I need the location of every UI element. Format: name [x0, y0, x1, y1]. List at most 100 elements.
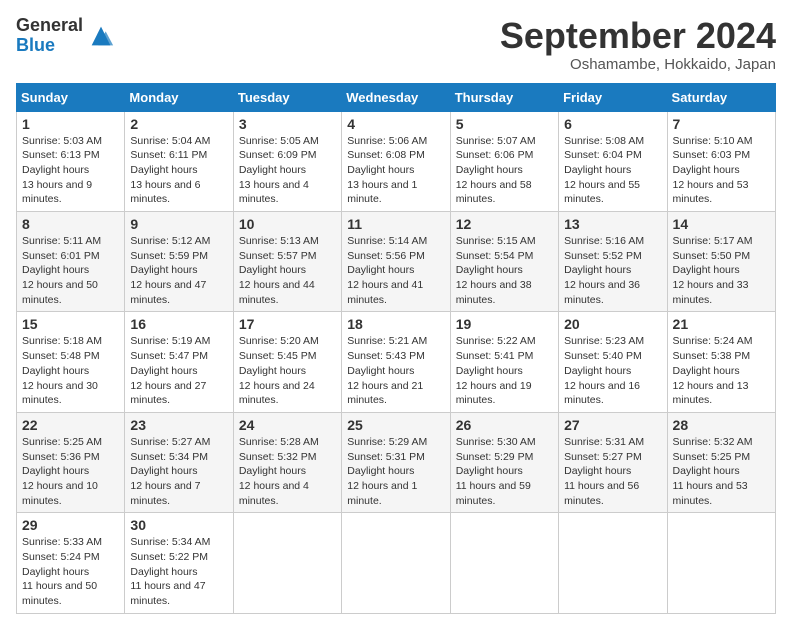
day-number: 2 [130, 116, 227, 132]
calendar-cell: 19 Sunrise: 5:22 AMSunset: 5:41 PMDaylig… [450, 312, 558, 412]
calendar-cell: 18 Sunrise: 5:21 AMSunset: 5:43 PMDaylig… [342, 312, 450, 412]
day-detail: Sunrise: 5:19 AMSunset: 5:47 PMDaylight … [130, 335, 210, 406]
day-detail: Sunrise: 5:08 AMSunset: 6:04 PMDaylight … [564, 135, 644, 206]
calendar-cell: 27 Sunrise: 5:31 AMSunset: 5:27 PMDaylig… [559, 412, 667, 512]
day-detail: Sunrise: 5:03 AMSunset: 6:13 PMDaylight … [22, 135, 102, 206]
logo-icon [87, 22, 115, 50]
day-number: 30 [130, 517, 227, 533]
day-number: 24 [239, 417, 336, 433]
day-detail: Sunrise: 5:15 AMSunset: 5:54 PMDaylight … [456, 235, 536, 306]
calendar-cell: 26 Sunrise: 5:30 AMSunset: 5:29 PMDaylig… [450, 412, 558, 512]
calendar-table: SundayMondayTuesdayWednesdayThursdayFrid… [16, 83, 776, 614]
day-of-week-header: Friday [559, 83, 667, 111]
day-detail: Sunrise: 5:21 AMSunset: 5:43 PMDaylight … [347, 335, 427, 406]
day-detail: Sunrise: 5:06 AMSunset: 6:08 PMDaylight … [347, 135, 427, 206]
calendar-cell: 2 Sunrise: 5:04 AMSunset: 6:11 PMDayligh… [125, 111, 233, 211]
calendar-week-row: 15 Sunrise: 5:18 AMSunset: 5:48 PMDaylig… [17, 312, 776, 412]
day-detail: Sunrise: 5:24 AMSunset: 5:38 PMDaylight … [673, 335, 753, 406]
calendar-cell: 7 Sunrise: 5:10 AMSunset: 6:03 PMDayligh… [667, 111, 775, 211]
day-number: 12 [456, 216, 553, 232]
day-number: 29 [22, 517, 119, 533]
day-of-week-header: Wednesday [342, 83, 450, 111]
day-number: 13 [564, 216, 661, 232]
calendar-cell: 29 Sunrise: 5:33 AMSunset: 5:24 PMDaylig… [17, 513, 125, 613]
day-number: 22 [22, 417, 119, 433]
day-number: 19 [456, 316, 553, 332]
day-detail: Sunrise: 5:10 AMSunset: 6:03 PMDaylight … [673, 135, 753, 206]
day-number: 20 [564, 316, 661, 332]
day-of-week-header: Sunday [17, 83, 125, 111]
day-number: 1 [22, 116, 119, 132]
calendar-cell: 11 Sunrise: 5:14 AMSunset: 5:56 PMDaylig… [342, 212, 450, 312]
calendar-cell: 10 Sunrise: 5:13 AMSunset: 5:57 PMDaylig… [233, 212, 341, 312]
calendar-week-row: 29 Sunrise: 5:33 AMSunset: 5:24 PMDaylig… [17, 513, 776, 613]
day-number: 5 [456, 116, 553, 132]
day-number: 18 [347, 316, 444, 332]
day-number: 4 [347, 116, 444, 132]
day-number: 6 [564, 116, 661, 132]
day-number: 16 [130, 316, 227, 332]
day-number: 23 [130, 417, 227, 433]
day-detail: Sunrise: 5:13 AMSunset: 5:57 PMDaylight … [239, 235, 319, 306]
day-detail: Sunrise: 5:27 AMSunset: 5:34 PMDaylight … [130, 436, 210, 507]
calendar-cell [450, 513, 558, 613]
day-number: 28 [673, 417, 770, 433]
day-detail: Sunrise: 5:20 AMSunset: 5:45 PMDaylight … [239, 335, 319, 406]
day-number: 8 [22, 216, 119, 232]
calendar-cell: 13 Sunrise: 5:16 AMSunset: 5:52 PMDaylig… [559, 212, 667, 312]
calendar-cell [233, 513, 341, 613]
day-of-week-header: Thursday [450, 83, 558, 111]
day-detail: Sunrise: 5:29 AMSunset: 5:31 PMDaylight … [347, 436, 427, 507]
day-detail: Sunrise: 5:33 AMSunset: 5:24 PMDaylight … [22, 536, 102, 607]
day-detail: Sunrise: 5:11 AMSunset: 6:01 PMDaylight … [22, 235, 101, 306]
calendar-cell [667, 513, 775, 613]
calendar-cell: 20 Sunrise: 5:23 AMSunset: 5:40 PMDaylig… [559, 312, 667, 412]
day-number: 26 [456, 417, 553, 433]
day-detail: Sunrise: 5:30 AMSunset: 5:29 PMDaylight … [456, 436, 536, 507]
calendar-cell: 1 Sunrise: 5:03 AMSunset: 6:13 PMDayligh… [17, 111, 125, 211]
day-number: 25 [347, 417, 444, 433]
logo: General Blue [16, 16, 115, 56]
day-of-week-header: Saturday [667, 83, 775, 111]
day-number: 10 [239, 216, 336, 232]
day-detail: Sunrise: 5:23 AMSunset: 5:40 PMDaylight … [564, 335, 644, 406]
day-detail: Sunrise: 5:32 AMSunset: 5:25 PMDaylight … [673, 436, 753, 507]
day-number: 27 [564, 417, 661, 433]
page-header: General Blue September 2024 Oshamambe, H… [16, 16, 776, 73]
day-number: 7 [673, 116, 770, 132]
day-detail: Sunrise: 5:22 AMSunset: 5:41 PMDaylight … [456, 335, 536, 406]
calendar-cell: 28 Sunrise: 5:32 AMSunset: 5:25 PMDaylig… [667, 412, 775, 512]
day-of-week-header: Monday [125, 83, 233, 111]
day-number: 11 [347, 216, 444, 232]
logo-general-text: General [16, 16, 83, 36]
calendar-cell: 21 Sunrise: 5:24 AMSunset: 5:38 PMDaylig… [667, 312, 775, 412]
day-detail: Sunrise: 5:16 AMSunset: 5:52 PMDaylight … [564, 235, 644, 306]
day-detail: Sunrise: 5:18 AMSunset: 5:48 PMDaylight … [22, 335, 102, 406]
day-detail: Sunrise: 5:28 AMSunset: 5:32 PMDaylight … [239, 436, 319, 507]
day-detail: Sunrise: 5:12 AMSunset: 5:59 PMDaylight … [130, 235, 210, 306]
calendar-cell: 23 Sunrise: 5:27 AMSunset: 5:34 PMDaylig… [125, 412, 233, 512]
calendar-week-row: 22 Sunrise: 5:25 AMSunset: 5:36 PMDaylig… [17, 412, 776, 512]
calendar-cell: 25 Sunrise: 5:29 AMSunset: 5:31 PMDaylig… [342, 412, 450, 512]
calendar-cell: 16 Sunrise: 5:19 AMSunset: 5:47 PMDaylig… [125, 312, 233, 412]
location-title: Oshamambe, Hokkaido, Japan [500, 56, 776, 73]
calendar-cell: 22 Sunrise: 5:25 AMSunset: 5:36 PMDaylig… [17, 412, 125, 512]
day-number: 21 [673, 316, 770, 332]
calendar-cell [559, 513, 667, 613]
calendar-header-row: SundayMondayTuesdayWednesdayThursdayFrid… [17, 83, 776, 111]
day-number: 15 [22, 316, 119, 332]
month-title: September 2024 [500, 16, 776, 56]
calendar-cell: 30 Sunrise: 5:34 AMSunset: 5:22 PMDaylig… [125, 513, 233, 613]
day-detail: Sunrise: 5:17 AMSunset: 5:50 PMDaylight … [673, 235, 753, 306]
day-of-week-header: Tuesday [233, 83, 341, 111]
day-detail: Sunrise: 5:34 AMSunset: 5:22 PMDaylight … [130, 536, 210, 607]
calendar-cell: 14 Sunrise: 5:17 AMSunset: 5:50 PMDaylig… [667, 212, 775, 312]
calendar-cell: 15 Sunrise: 5:18 AMSunset: 5:48 PMDaylig… [17, 312, 125, 412]
day-detail: Sunrise: 5:25 AMSunset: 5:36 PMDaylight … [22, 436, 102, 507]
day-detail: Sunrise: 5:14 AMSunset: 5:56 PMDaylight … [347, 235, 427, 306]
day-detail: Sunrise: 5:07 AMSunset: 6:06 PMDaylight … [456, 135, 536, 206]
day-detail: Sunrise: 5:05 AMSunset: 6:09 PMDaylight … [239, 135, 319, 206]
calendar-cell: 8 Sunrise: 5:11 AMSunset: 6:01 PMDayligh… [17, 212, 125, 312]
day-number: 9 [130, 216, 227, 232]
title-area: September 2024 Oshamambe, Hokkaido, Japa… [500, 16, 776, 73]
